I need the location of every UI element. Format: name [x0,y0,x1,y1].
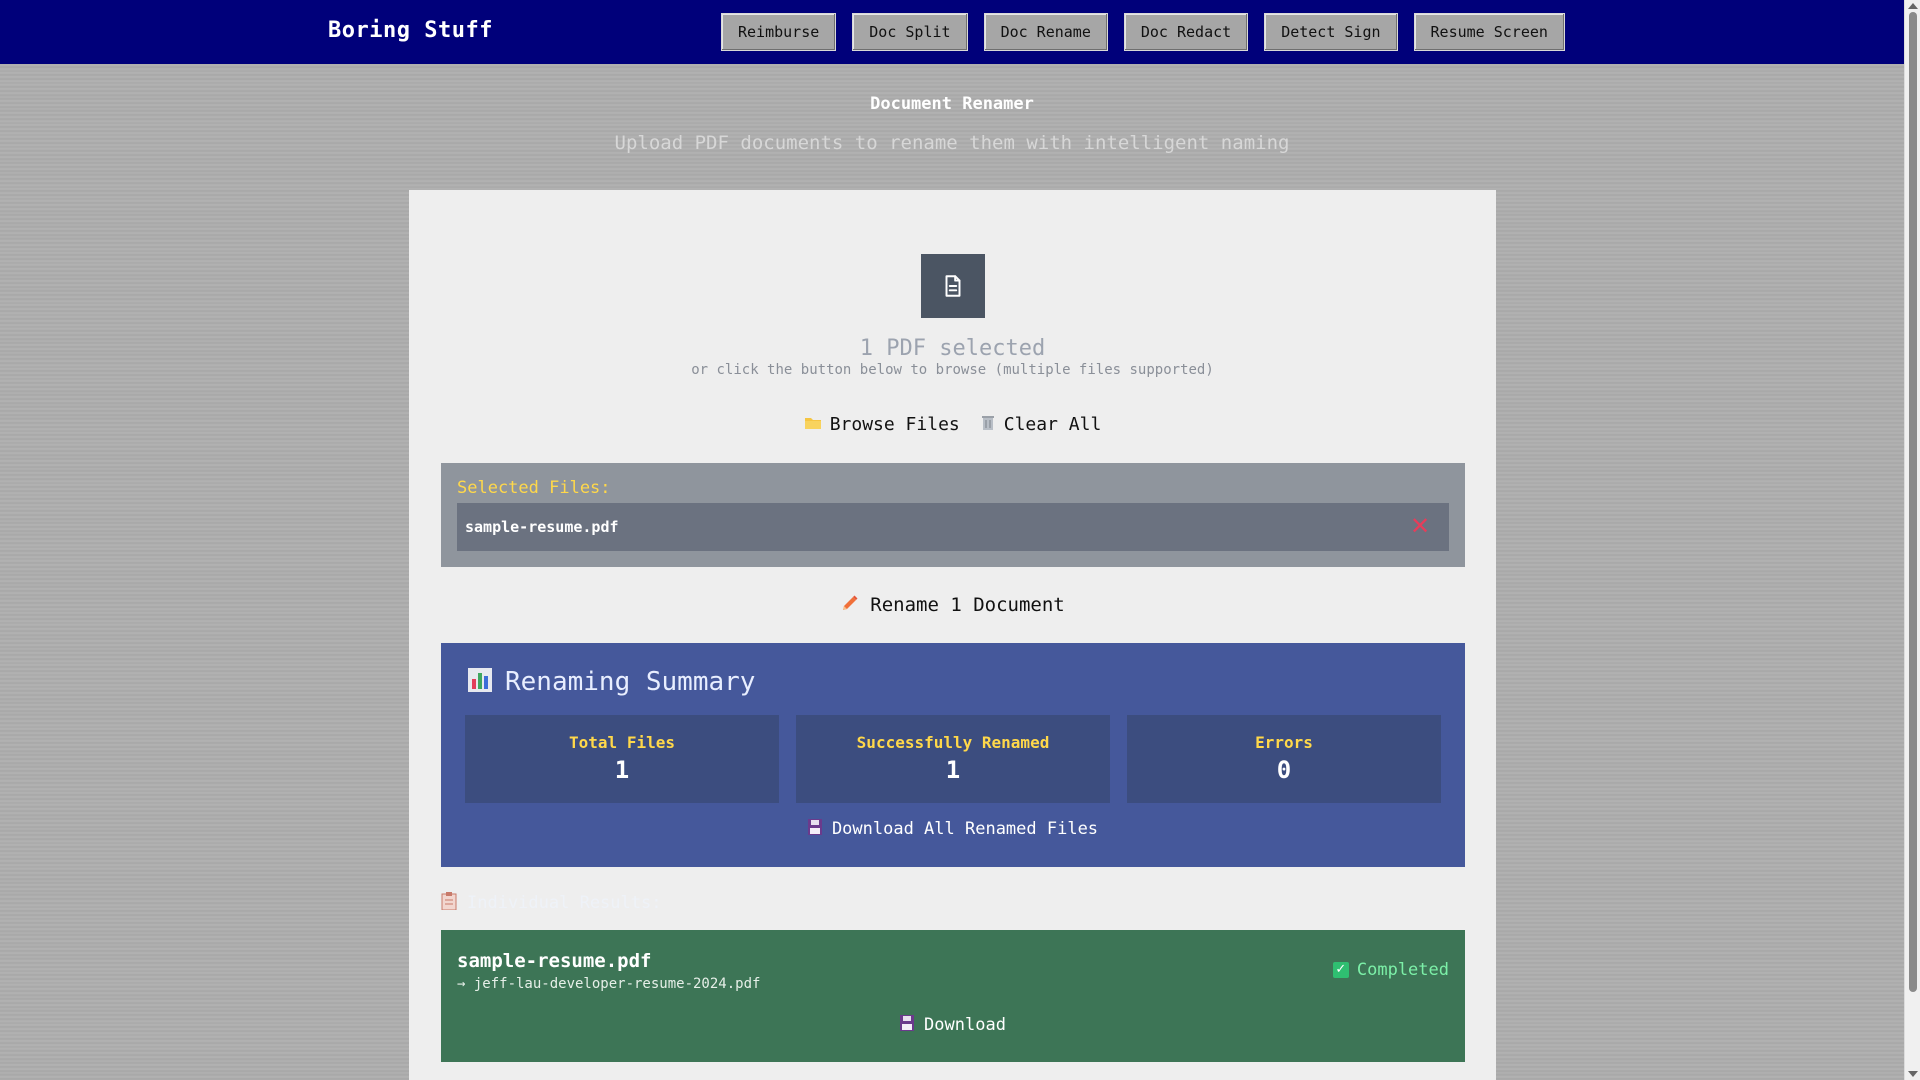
selected-count: 1 PDF selected [859,336,1046,361]
folder-icon [804,415,822,435]
selected-files-title: Selected Files: [457,478,611,498]
stat-value: 1 [614,756,630,784]
stat-value: 1 [945,756,961,784]
stat-total-files: Total Files 1 [465,715,779,803]
stat-label: Successfully Renamed [856,733,1050,752]
browse-files-button[interactable]: Browse Files [804,414,960,435]
bar-chart-icon [467,667,493,697]
summary-title-text: Renaming Summary [505,667,756,697]
summary-title: Renaming Summary [467,667,755,697]
nav-doc-split-button[interactable]: Doc Split [852,13,968,51]
result-new-name: → jeff-lau-developer-resume-2024.pdf [457,976,761,992]
clear-all-button[interactable]: Clear All [980,414,1102,435]
result-item: sample-resume.pdf → jeff-lau-developer-r… [441,930,1465,1062]
upload-actions: Browse Files Clear All [409,414,1496,435]
download-all-label: Download All Renamed Files [831,819,1099,839]
top-navbar: Boring Stuff Reimburse Doc Split Doc Ren… [0,0,1904,64]
rename-row: Rename 1 Document [409,593,1496,617]
vertical-scrollbar[interactable] [1904,0,1920,1080]
nav-reimburse-button[interactable]: Reimburse [721,13,837,51]
clipboard-icon [441,892,457,914]
individual-results-title: Individual Results: [441,892,661,914]
nav-resume-screen-button[interactable]: Resume Screen [1413,13,1565,51]
page-title: Document Renamer [870,94,1034,114]
stat-errors: Errors 0 [1127,715,1441,803]
renaming-summary: Renaming Summary Total Files 1 Successfu… [441,643,1465,867]
browse-hint: or click the button below to browse (mul… [691,362,1214,378]
selected-files-panel: Selected Files: sample-resume.pdf ✕ [441,463,1465,567]
check-icon: ✓ [1332,962,1349,978]
stat-label: Total Files [569,733,675,752]
rename-documents-label: Rename 1 Document [870,594,1065,616]
individual-results-label: Individual Results: [467,893,662,913]
nav-detect-sign-button[interactable]: Detect Sign [1264,13,1398,51]
pencil-icon [840,593,860,617]
brand-logo[interactable]: Boring Stuff [328,18,493,43]
selected-file-item: sample-resume.pdf ✕ [457,503,1449,551]
stat-label: Errors [1255,733,1313,752]
rename-documents-button[interactable]: Rename 1 Document [840,593,1065,617]
remove-file-icon[interactable]: ✕ [1409,514,1431,538]
stat-value: 0 [1276,756,1292,784]
upload-card: 1 PDF selected or click the button below… [409,190,1496,1080]
nav-doc-rename-button[interactable]: Doc Rename [983,13,1108,51]
trash-icon [980,414,996,435]
scroll-thumb[interactable] [1909,12,1917,992]
result-original-name: sample-resume.pdf [457,950,652,972]
nav-doc-redact-button[interactable]: Doc Redact [1123,13,1249,51]
clear-all-label: Clear All [1003,414,1102,435]
floppy-disk-icon [807,819,822,839]
main-nav: Reimburse Doc Split Doc Rename Doc Redac… [721,13,1565,51]
floppy-disk-icon [900,1015,915,1035]
selected-file-name: sample-resume.pdf [465,518,619,536]
stat-successfully-renamed: Successfully Renamed 1 [796,715,1110,803]
download-label: Download [924,1015,1006,1035]
page-subtitle: Upload PDF documents to rename them with… [614,132,1290,154]
document-icon[interactable] [921,254,985,318]
browse-files-label: Browse Files [829,414,960,435]
scroll-up-icon[interactable] [1908,3,1918,9]
download-all-button[interactable]: Download All Renamed Files [441,819,1465,839]
download-button[interactable]: Download [441,1015,1465,1035]
status-text: Completed [1356,960,1449,980]
status-badge: ✓ Completed [1332,960,1449,980]
scroll-down-icon[interactable] [1908,1071,1918,1077]
